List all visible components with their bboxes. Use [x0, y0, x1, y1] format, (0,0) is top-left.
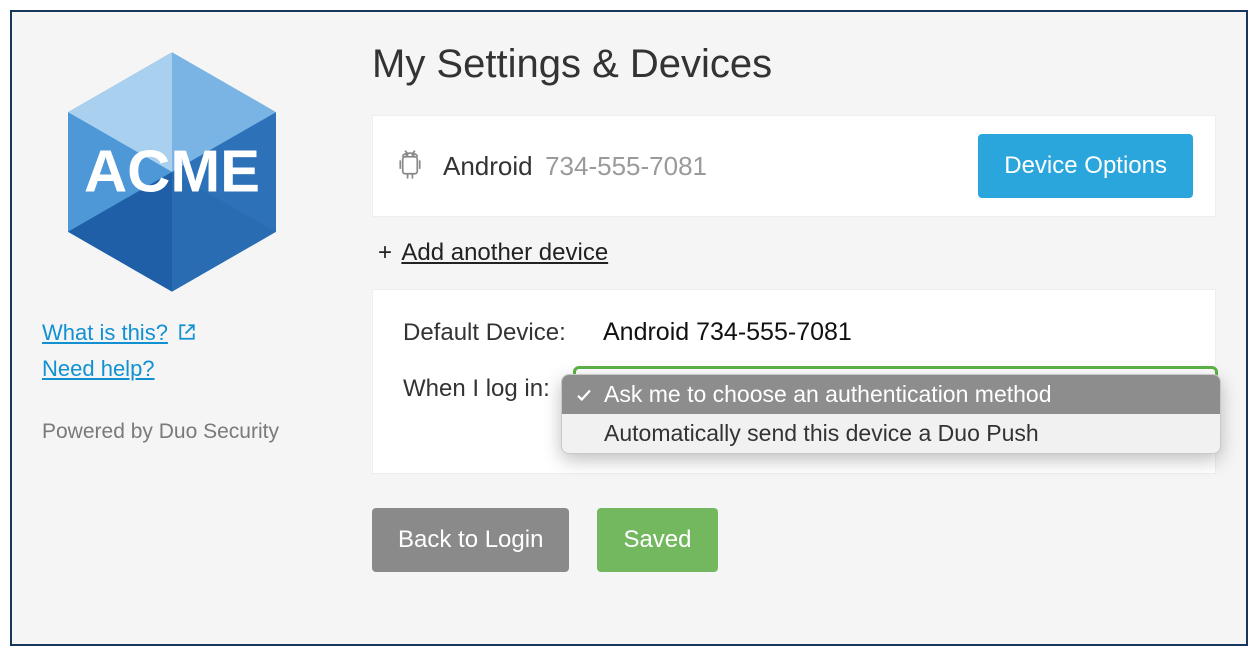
- device-platform: Android: [443, 151, 533, 181]
- sidebar: ACME What is this? Need help? Powered by…: [42, 42, 342, 614]
- page-title: My Settings & Devices: [372, 42, 1216, 87]
- auth-settings-frame: ACME What is this? Need help? Powered by…: [10, 10, 1248, 646]
- check-icon: [574, 386, 594, 404]
- back-to-login-button[interactable]: Back to Login: [372, 508, 569, 572]
- sidebar-links: What is this? Need help?: [42, 320, 318, 392]
- dropdown-option-ask[interactable]: Ask me to choose an authentication metho…: [562, 375, 1220, 414]
- add-device-row: + Add another device: [378, 239, 1216, 267]
- what-is-this-link[interactable]: What is this?: [42, 320, 168, 346]
- device-phone: 734-555-7081: [545, 151, 707, 181]
- dropdown-option-label: Automatically send this device a Duo Pus…: [604, 420, 1039, 447]
- device-options-button[interactable]: Device Options: [978, 134, 1193, 198]
- brand-name: ACME: [84, 138, 260, 205]
- when-log-in-label: When I log in:: [403, 375, 550, 403]
- login-method-dropdown: Ask me to choose an authentication metho…: [561, 374, 1221, 454]
- saved-button[interactable]: Saved: [597, 508, 717, 572]
- dropdown-option-label: Ask me to choose an authentication metho…: [604, 381, 1052, 408]
- dropdown-option-push[interactable]: Automatically send this device a Duo Pus…: [562, 414, 1220, 453]
- default-device-value: Android 734-555-7081: [603, 318, 852, 347]
- device-card: Android 734-555-7081 Device Options: [372, 115, 1216, 217]
- footer-buttons: Back to Login Saved: [372, 508, 1216, 572]
- plus-icon: +: [378, 239, 392, 266]
- default-device-label: Default Device:: [403, 319, 603, 347]
- add-another-device-link[interactable]: Add another device: [401, 239, 608, 266]
- brand-logo: ACME: [42, 42, 302, 302]
- need-help-link[interactable]: Need help?: [42, 356, 155, 382]
- external-link-icon: [178, 323, 196, 346]
- settings-card: Default Device: Android 734-555-7081 Whe…: [372, 289, 1216, 474]
- main-content: My Settings & Devices: [342, 42, 1216, 614]
- android-icon: [395, 147, 425, 186]
- powered-by-text: Powered by Duo Security: [42, 420, 318, 444]
- acme-hex-icon: ACME: [42, 42, 302, 302]
